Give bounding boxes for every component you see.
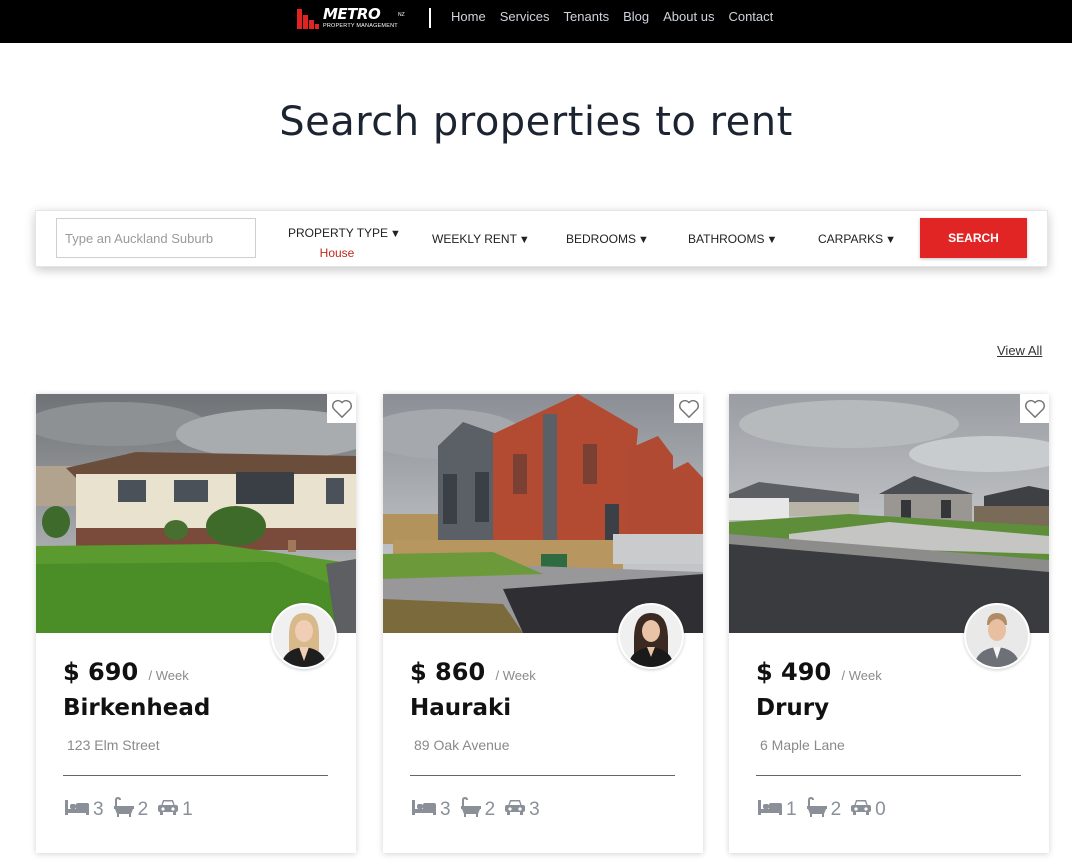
- property-type-label: PROPERTY TYPE: [288, 226, 389, 240]
- carpark-count: 1: [182, 799, 193, 820]
- carpark-count: 3: [529, 799, 540, 820]
- logo-word: METRO: [323, 4, 381, 23]
- carparks-filter[interactable]: CARPARKS ▼: [818, 232, 896, 246]
- listing-card[interactable]: $ 690 / Week Birkenhead 123 Elm Street 3…: [36, 394, 356, 853]
- logo-mark-icon: [297, 7, 319, 29]
- weekly-rent-label: WEEKLY RENT: [432, 232, 517, 246]
- bedroom-count: 3: [440, 799, 451, 820]
- property-photo[interactable]: [729, 394, 1049, 633]
- listing-suburb: Hauraki: [410, 695, 512, 721]
- listing-address: 6 Maple Lane: [760, 737, 845, 753]
- nav-divider: [429, 8, 431, 28]
- bathroom-count: 2: [830, 799, 842, 820]
- chevron-down-icon: ▼: [885, 234, 897, 246]
- favorite-heart-icon[interactable]: [1020, 394, 1049, 423]
- chevron-down-icon: ▼: [518, 234, 530, 246]
- card-divider: [756, 775, 1021, 776]
- nav-services[interactable]: Services: [500, 9, 550, 24]
- car-icon: [504, 798, 526, 822]
- bathroom-count: 2: [484, 799, 496, 820]
- agent-avatar: [618, 603, 684, 669]
- bath-icon: [806, 796, 828, 823]
- bathrooms-label: BATHROOMS: [688, 232, 765, 246]
- listing-features: 3 2 1: [64, 796, 202, 823]
- page-title: Search properties to rent: [279, 99, 793, 145]
- main-nav: Home Services Tenants Blog About us Cont…: [451, 9, 773, 24]
- nav-blog[interactable]: Blog: [623, 9, 649, 24]
- bathroom-count: 2: [137, 799, 149, 820]
- suburb-search-input[interactable]: [56, 218, 256, 258]
- nav-contact[interactable]: Contact: [728, 9, 773, 24]
- listing-suburb: Birkenhead: [63, 695, 211, 721]
- listing-card[interactable]: $ 860 / Week Hauraki 89 Oak Avenue 3 2 3: [383, 394, 703, 853]
- weekly-rent-filter[interactable]: WEEKLY RENT ▼: [432, 232, 530, 246]
- metro-logo[interactable]: METRO PROPERTY MANAGEMENT NZ: [297, 6, 409, 30]
- nav-about-us[interactable]: About us: [663, 9, 714, 24]
- property-type-value: House: [319, 246, 355, 260]
- bed-icon: [64, 798, 90, 822]
- listing-features: 1 2 0: [757, 796, 895, 823]
- nav-home[interactable]: Home: [451, 9, 486, 24]
- car-icon: [157, 798, 179, 822]
- bedroom-count: 3: [93, 799, 104, 820]
- favorite-heart-icon[interactable]: [674, 394, 703, 423]
- price-amount: $ 690: [63, 658, 139, 686]
- property-photo[interactable]: [36, 394, 356, 633]
- price-period: / Week: [495, 668, 536, 683]
- chevron-down-icon: ▼: [638, 234, 649, 246]
- listing-suburb: Drury: [756, 695, 830, 721]
- carpark-count: 0: [875, 799, 886, 820]
- price-amount: $ 490: [756, 658, 832, 686]
- listing-address: 89 Oak Avenue: [414, 737, 510, 753]
- card-divider: [410, 775, 675, 776]
- price-period: / Week: [148, 668, 189, 683]
- bedroom-count: 1: [786, 799, 797, 820]
- property-type-filter[interactable]: PROPERTY TYPE ▼: [288, 226, 401, 240]
- bath-icon: [460, 796, 482, 823]
- nav-tenants[interactable]: Tenants: [564, 9, 610, 24]
- bed-icon: [411, 798, 437, 822]
- price-amount: $ 860: [410, 658, 486, 686]
- car-icon: [850, 798, 872, 822]
- listing-price: $ 690 / Week: [63, 658, 189, 686]
- bathrooms-filter[interactable]: BATHROOMS ▼: [688, 232, 777, 246]
- favorite-heart-icon[interactable]: [327, 394, 356, 423]
- logo-subtitle: PROPERTY MANAGEMENT: [323, 22, 398, 29]
- bed-icon: [757, 798, 783, 822]
- price-period: / Week: [841, 668, 882, 683]
- logo-nz: NZ: [398, 12, 405, 18]
- property-photo[interactable]: [383, 394, 703, 633]
- agent-avatar: [271, 603, 337, 669]
- agent-avatar: [964, 603, 1030, 669]
- listing-price: $ 490 / Week: [756, 658, 882, 686]
- listing-features: 3 2 3: [411, 796, 549, 823]
- bath-icon: [113, 796, 135, 823]
- search-button[interactable]: SEARCH: [920, 218, 1027, 258]
- listing-address: 123 Elm Street: [67, 737, 160, 753]
- bedrooms-filter[interactable]: BEDROOMS ▼: [566, 232, 649, 246]
- chevron-down-icon: ▼: [390, 228, 401, 240]
- carparks-label: CARPARKS: [818, 232, 884, 246]
- bedrooms-label: BEDROOMS: [566, 232, 637, 246]
- chevron-down-icon: ▼: [766, 234, 778, 246]
- listing-card[interactable]: $ 490 / Week Drury 6 Maple Lane 1 2 0: [729, 394, 1049, 853]
- view-all-link[interactable]: View All: [997, 343, 1042, 358]
- card-divider: [63, 775, 328, 776]
- search-bar: PROPERTY TYPE▼ House WEEKLY RENT▼ BEDROO…: [35, 210, 1048, 267]
- top-navbar: METRO PROPERTY MANAGEMENT NZ Home Servic…: [0, 0, 1072, 43]
- listing-price: $ 860 / Week: [410, 658, 536, 686]
